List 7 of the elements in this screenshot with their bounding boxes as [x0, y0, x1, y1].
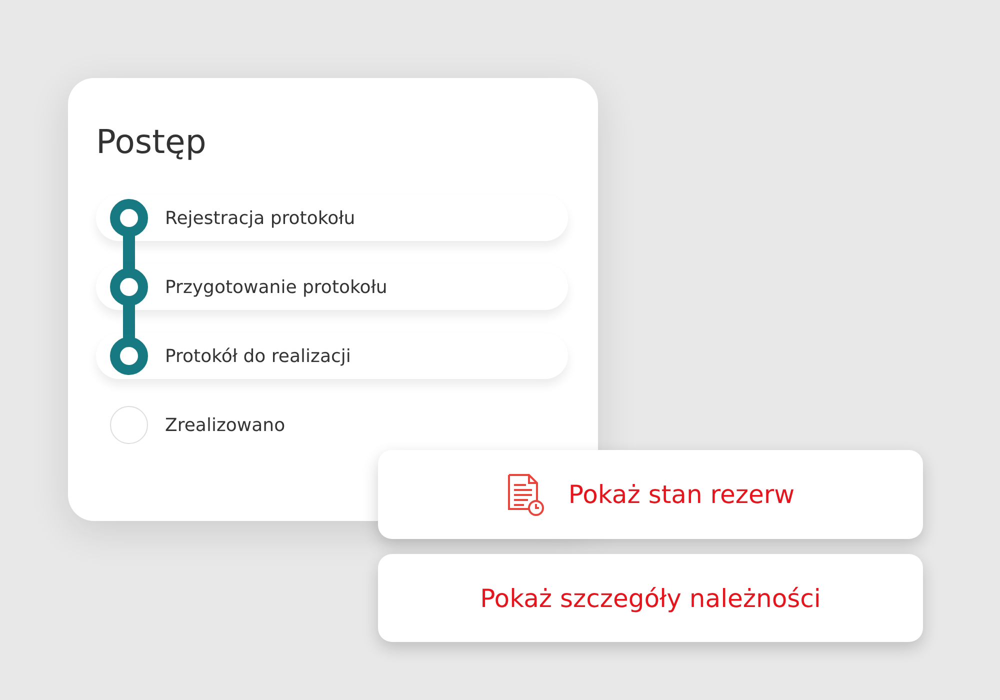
step-label: Protokół do realizacji — [165, 346, 351, 366]
action-button[interactable]: Pokaż stan rezerw — [378, 450, 923, 539]
step-label: Rejestracja protokołu — [165, 208, 356, 228]
step-label: Przygotowanie protokołu — [165, 276, 388, 298]
step-label: Zrealizowano — [165, 414, 286, 436]
card-title: Postęp — [96, 122, 208, 161]
action-button[interactable]: Pokaż szczegóły należności — [378, 554, 923, 642]
